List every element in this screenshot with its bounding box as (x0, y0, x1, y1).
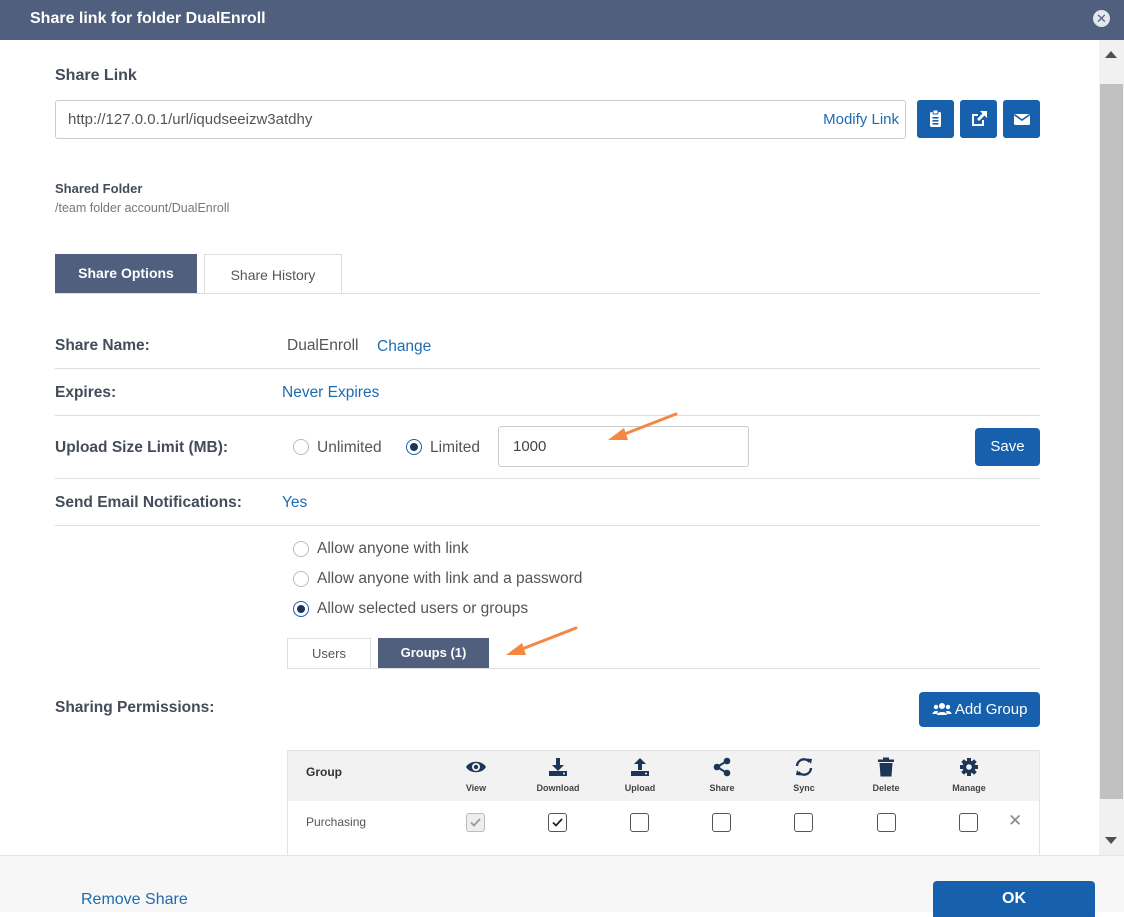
checkmark-icon (470, 818, 481, 827)
unlimited-radio-label: Unlimited (317, 439, 382, 456)
share-url-field[interactable]: http://127.0.0.1/url/iqudseeizw3atdhy Mo… (55, 100, 906, 139)
remove-share-link[interactable]: Remove Share (81, 891, 188, 909)
view-caption: View (465, 783, 487, 793)
email-notifications-link[interactable]: Yes (282, 494, 307, 512)
expires-value-link[interactable]: Never Expires (282, 384, 379, 402)
sharing-permissions-label: Sharing Permissions: (55, 699, 215, 716)
divider (55, 478, 1040, 479)
share-link-heading: Share Link (55, 67, 137, 84)
group-row-name: Purchasing (306, 815, 367, 829)
external-link-icon (972, 111, 987, 126)
subtabs-divider (287, 668, 1040, 669)
upload-icon (631, 758, 649, 776)
divider (55, 415, 1040, 416)
column-header-manage: Manage (934, 757, 1004, 793)
column-header-delete: Delete (851, 757, 921, 793)
modify-link[interactable]: Modify Link (823, 111, 899, 128)
sync-caption: Sync (793, 783, 815, 793)
share-url-value: http://127.0.0.1/url/iqudseeizw3atdhy (68, 111, 313, 128)
permissions-table: Group View Download Upload Share Sync De… (287, 750, 1040, 855)
scrollbar[interactable] (1099, 40, 1124, 855)
access-radio-password[interactable] (293, 571, 309, 587)
column-header-upload: Upload (605, 757, 675, 793)
email-link-button[interactable] (1003, 100, 1040, 138)
limited-radio-label: Limited (430, 439, 480, 456)
download-icon (549, 758, 567, 776)
column-header-group: Group (306, 765, 342, 779)
share-caption: Share (709, 783, 735, 793)
dialog-footer: Remove Share OK (0, 855, 1124, 917)
scrollbar-thumb[interactable] (1100, 84, 1123, 799)
access-label-password: Allow anyone with link and a password (317, 570, 583, 587)
subtab-groups[interactable]: Groups (1) (378, 638, 489, 668)
checkmark-icon (552, 818, 563, 827)
sync-icon (795, 758, 813, 776)
upload-limit-label: Upload Size Limit (MB): (55, 439, 229, 456)
add-group-button[interactable]: Add Group (919, 692, 1040, 727)
share-checkbox[interactable] (712, 813, 731, 832)
eye-icon (466, 761, 486, 773)
tab-share-options[interactable]: Share Options (55, 254, 197, 293)
download-checkbox[interactable] (548, 813, 567, 832)
upload-limit-value: 1000 (513, 438, 547, 455)
column-header-sync: Sync (769, 757, 839, 793)
envelope-icon (1014, 114, 1030, 125)
gear-icon (960, 758, 978, 776)
copy-link-button[interactable] (917, 100, 954, 138)
tabs-divider (55, 293, 1040, 294)
close-icon[interactable]: ✕ (1093, 10, 1110, 27)
add-group-label: Add Group (954, 701, 1028, 718)
download-caption: Download (536, 783, 580, 793)
divider (55, 368, 1040, 369)
shared-folder-label: Shared Folder (55, 181, 143, 196)
annotation-arrow-icon (506, 626, 578, 655)
manage-checkbox[interactable] (959, 813, 978, 832)
email-notifications-label: Send Email Notifications: (55, 494, 242, 511)
upload-checkbox[interactable] (630, 813, 649, 832)
column-header-view: View (441, 757, 511, 793)
scroll-down-icon[interactable] (1105, 837, 1117, 844)
column-header-share: Share (687, 757, 757, 793)
manage-caption: Manage (952, 783, 986, 793)
limited-radio[interactable] (406, 439, 422, 455)
share-icon (713, 757, 731, 777)
view-checkbox (466, 813, 485, 832)
subtab-users[interactable]: Users (287, 638, 371, 668)
annotation-arrow-icon (608, 412, 678, 440)
share-name-value: DualEnroll (287, 337, 359, 354)
share-name-label: Share Name: (55, 337, 150, 354)
save-button[interactable]: Save (975, 428, 1040, 466)
trash-icon (878, 757, 894, 777)
access-label-anyone: Allow anyone with link (317, 540, 469, 557)
access-radio-anyone[interactable] (293, 541, 309, 557)
delete-caption: Delete (872, 783, 900, 793)
change-share-name-link[interactable]: Change (377, 338, 431, 356)
permissions-table-header: Group View Download Upload Share Sync De… (288, 751, 1039, 801)
shared-folder-path: /team folder account/DualEnroll (55, 201, 230, 215)
remove-group-icon[interactable]: ✕ (1008, 811, 1022, 831)
sync-checkbox[interactable] (794, 813, 813, 832)
dialog-title: Share link for folder DualEnroll (30, 10, 266, 27)
unlimited-radio[interactable] (293, 439, 309, 455)
tab-share-history[interactable]: Share History (204, 254, 342, 293)
clipboard-icon (930, 109, 941, 127)
users-icon (932, 703, 952, 715)
delete-checkbox[interactable] (877, 813, 896, 832)
access-radio-selected[interactable] (293, 601, 309, 617)
dialog-titlebar: Share link for folder DualEnroll ✕ (0, 0, 1124, 40)
divider (55, 525, 1040, 526)
expires-label: Expires: (55, 384, 117, 401)
scroll-up-icon[interactable] (1105, 51, 1117, 58)
access-label-selected: Allow selected users or groups (317, 600, 529, 617)
column-header-download: Download (523, 757, 593, 793)
open-link-button[interactable] (960, 100, 997, 138)
upload-caption: Upload (624, 783, 656, 793)
